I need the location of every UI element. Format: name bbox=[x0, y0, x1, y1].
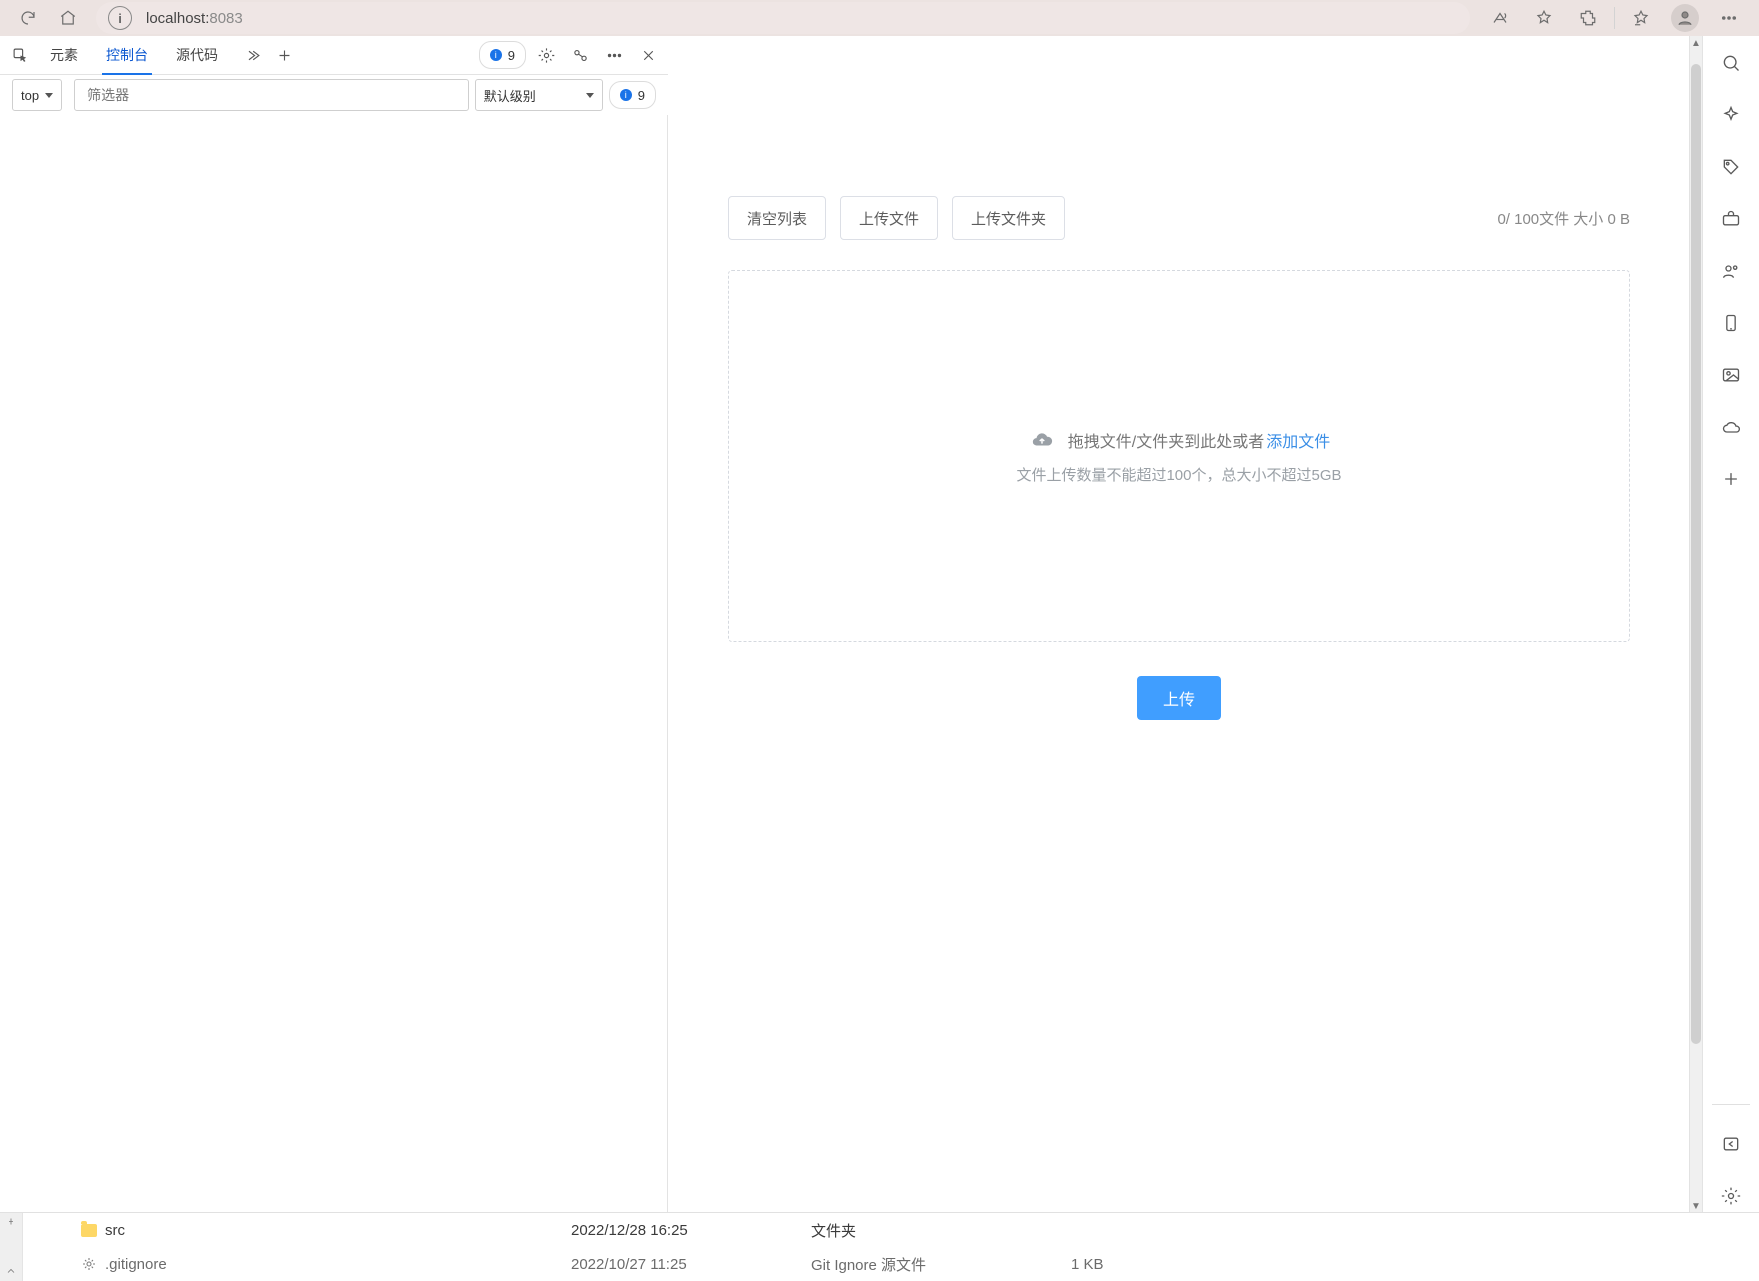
devtools-more-icon[interactable] bbox=[600, 41, 628, 69]
extensions-icon[interactable] bbox=[1566, 0, 1610, 36]
tab-elements[interactable]: 元素 bbox=[38, 36, 90, 74]
toolbar-separator bbox=[1614, 7, 1615, 29]
log-level-select[interactable]: 默认级别 bbox=[475, 79, 603, 111]
url-text: localhost:8083 bbox=[146, 10, 243, 27]
sidebar-contacts-icon[interactable] bbox=[1714, 254, 1748, 288]
devtools-activity-icon[interactable] bbox=[566, 41, 594, 69]
devtools-panel: 元素 控制台 源代码 i 9 bbox=[0, 36, 668, 1213]
gear-icon bbox=[81, 1256, 97, 1272]
cloud-upload-icon bbox=[1028, 429, 1056, 451]
info-dot-icon: i bbox=[620, 89, 632, 101]
browser-toolbar: localhost:8083 bbox=[0, 0, 1759, 37]
tab-sources[interactable]: 源代码 bbox=[164, 36, 230, 74]
file-explorer-strip: src 2022/12/28 16:25 文件夹 .gitignore 2022… bbox=[0, 1212, 1759, 1281]
drop-zone[interactable]: 拖拽文件/文件夹到此处或者 添加文件 文件上传数量不能超过100个，总大小不超过… bbox=[728, 270, 1630, 642]
info-dot-icon: i bbox=[490, 49, 502, 61]
sidebar-tag-icon[interactable] bbox=[1714, 150, 1748, 184]
sidebar-sparkle-icon[interactable] bbox=[1714, 98, 1748, 132]
console-output[interactable] bbox=[0, 115, 668, 1213]
table-row[interactable]: .gitignore 2022/10/27 11:25 Git Ignore 源… bbox=[23, 1247, 1759, 1281]
file-name: src bbox=[105, 1222, 125, 1239]
file-date: 2022/12/28 16:25 bbox=[571, 1222, 811, 1239]
inspect-element-icon[interactable] bbox=[6, 41, 34, 69]
folder-icon bbox=[81, 1224, 97, 1237]
console-filter-input[interactable] bbox=[74, 79, 469, 111]
site-info-icon[interactable] bbox=[108, 6, 132, 30]
more-menu-icon[interactable] bbox=[1707, 0, 1751, 36]
pin-icon[interactable] bbox=[5, 1217, 17, 1229]
sidebar-phone-icon[interactable] bbox=[1714, 306, 1748, 340]
console-messages-count: 9 bbox=[638, 88, 645, 103]
home-button[interactable] bbox=[48, 0, 88, 36]
scroll-up-icon[interactable]: ▲ bbox=[1690, 36, 1702, 50]
file-size: 1 KB bbox=[1071, 1256, 1231, 1273]
file-date: 2022/10/27 11:25 bbox=[571, 1256, 811, 1273]
chevron-down-icon bbox=[45, 93, 53, 98]
sidebar-plus-icon[interactable] bbox=[1714, 462, 1748, 496]
add-file-link[interactable]: 添加文件 bbox=[1266, 428, 1330, 452]
explorer-table: src 2022/12/28 16:25 文件夹 .gitignore 2022… bbox=[23, 1213, 1759, 1281]
upload-counter: 0/ 100文件 大小 0 B bbox=[1497, 208, 1630, 229]
upload-folder-button[interactable]: 上传文件夹 bbox=[952, 196, 1065, 240]
file-type: Git Ignore 源文件 bbox=[811, 1254, 1071, 1275]
page-viewport: 清空列表 上传文件 上传文件夹 0/ 100文件 大小 0 B 拖拽文件/文件夹… bbox=[668, 36, 1702, 1213]
edge-sidebar bbox=[1702, 36, 1759, 1213]
sidebar-briefcase-icon[interactable] bbox=[1714, 202, 1748, 236]
clear-list-button[interactable]: 清空列表 bbox=[728, 196, 826, 240]
scrollbar-thumb[interactable] bbox=[1691, 64, 1701, 1044]
issues-badge[interactable]: i 9 bbox=[479, 41, 526, 69]
favorite-icon[interactable] bbox=[1522, 0, 1566, 36]
sidebar-settings-icon[interactable] bbox=[1714, 1179, 1748, 1213]
sidebar-divider bbox=[1712, 1104, 1750, 1105]
file-type: 文件夹 bbox=[811, 1220, 1071, 1241]
favorites-menu-icon[interactable] bbox=[1619, 0, 1663, 36]
console-toolbar: top 默认级别 i 9 bbox=[0, 75, 668, 115]
new-tab-icon[interactable] bbox=[270, 41, 298, 69]
drag-hint-text: 拖拽文件/文件夹到此处或者 bbox=[1068, 428, 1264, 452]
devtools-close-icon[interactable] bbox=[634, 41, 662, 69]
address-bar[interactable]: localhost:8083 bbox=[96, 2, 1470, 34]
page-scrollbar[interactable]: ▲ ▼ bbox=[1689, 36, 1702, 1213]
chevron-up-icon[interactable] bbox=[5, 1265, 17, 1277]
browser-right-icons bbox=[1478, 0, 1751, 36]
limit-hint-text: 文件上传数量不能超过100个，总大小不超过5GB bbox=[1016, 464, 1341, 485]
upload-file-button[interactable]: 上传文件 bbox=[840, 196, 938, 240]
scroll-down-icon[interactable]: ▼ bbox=[1690, 1199, 1702, 1213]
context-value: top bbox=[21, 88, 39, 103]
issues-count: 9 bbox=[508, 48, 515, 63]
sidebar-search-icon[interactable] bbox=[1714, 46, 1748, 80]
table-row[interactable]: src 2022/12/28 16:25 文件夹 bbox=[23, 1213, 1759, 1247]
read-aloud-icon[interactable] bbox=[1478, 0, 1522, 36]
execution-context-select[interactable]: top bbox=[12, 79, 62, 111]
file-name: .gitignore bbox=[105, 1256, 167, 1273]
sidebar-image-icon[interactable] bbox=[1714, 358, 1748, 392]
tabs-overflow-icon[interactable] bbox=[238, 41, 266, 69]
filter-field[interactable] bbox=[85, 86, 458, 104]
console-messages-badge[interactable]: i 9 bbox=[609, 81, 656, 109]
explorer-gutter bbox=[0, 1213, 23, 1281]
upload-widget: 清空列表 上传文件 上传文件夹 0/ 100文件 大小 0 B 拖拽文件/文件夹… bbox=[668, 36, 1690, 760]
profile-avatar[interactable] bbox=[1663, 0, 1707, 36]
sidebar-cloud-icon[interactable] bbox=[1714, 410, 1748, 444]
reload-button[interactable] bbox=[8, 0, 48, 36]
level-value: 默认级别 bbox=[484, 86, 536, 105]
tab-console[interactable]: 控制台 bbox=[94, 36, 160, 74]
chevron-down-icon bbox=[586, 93, 594, 98]
devtools-tabbar: 元素 控制台 源代码 i 9 bbox=[0, 36, 668, 75]
devtools-settings-icon[interactable] bbox=[532, 41, 560, 69]
sidebar-collapse-icon[interactable] bbox=[1714, 1127, 1748, 1161]
upload-submit-button[interactable]: 上传 bbox=[1137, 676, 1221, 720]
